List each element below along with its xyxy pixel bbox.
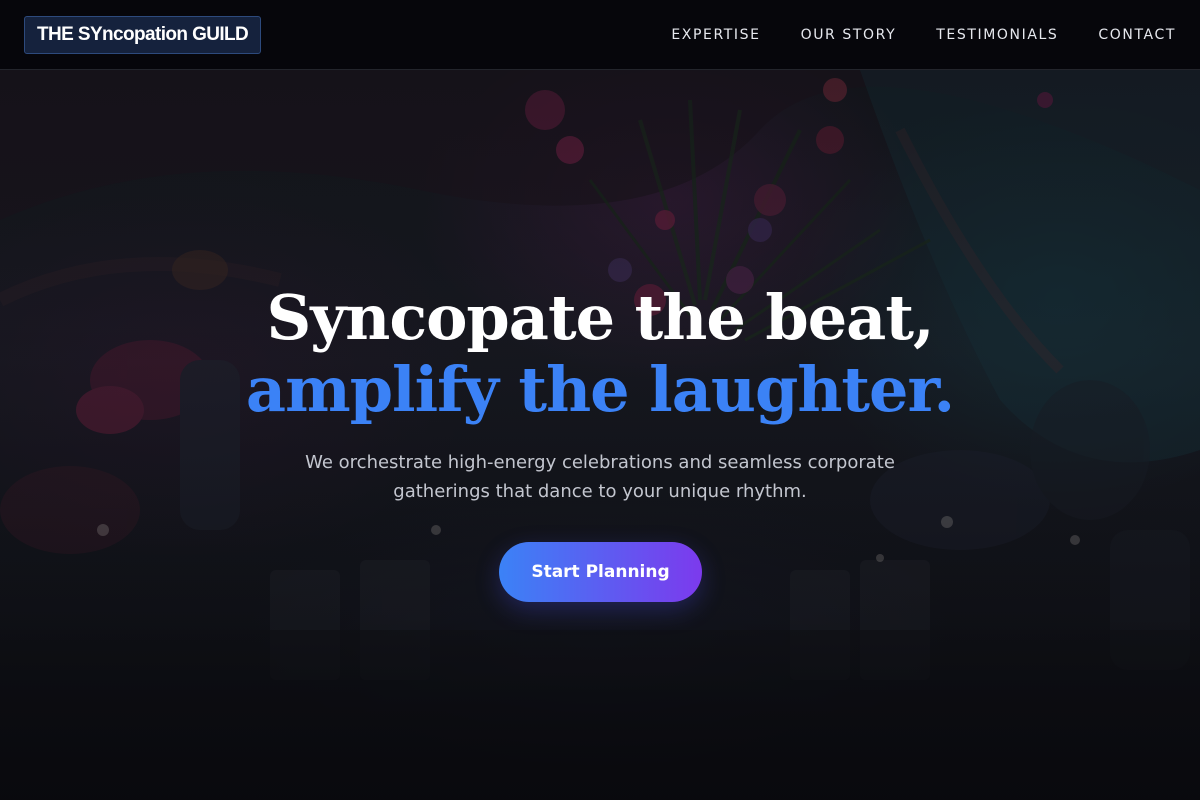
hero-section [0, 70, 1200, 800]
main-nav: EXPERTISE OUR STORY TESTIMONIALS CONTACT [671, 0, 1176, 70]
hero-subtitle: We orchestrate high-energy celebrations … [305, 452, 895, 502]
hero-headline-line2: amplify the laughter. [245, 353, 955, 426]
site-logo[interactable]: THE SYncopation GUILD [24, 16, 262, 54]
nav-link-testimonials[interactable]: TESTIMONIALS [936, 27, 1058, 43]
start-planning-button[interactable]: Start Planning [499, 542, 702, 602]
nav-link-expertise[interactable]: EXPERTISE [671, 27, 760, 43]
hero-headline-line1: Syncopate the beat, [266, 281, 934, 354]
hero-headline: Syncopate the beat, amplify the laughter… [0, 282, 1200, 426]
site-header: THE SYncopation GUILD EXPERTISE OUR STOR… [0, 0, 1200, 70]
nav-link-contact[interactable]: CONTACT [1098, 27, 1176, 43]
hero-overlay [0, 70, 1200, 800]
nav-link-our-story[interactable]: OUR STORY [801, 27, 897, 43]
